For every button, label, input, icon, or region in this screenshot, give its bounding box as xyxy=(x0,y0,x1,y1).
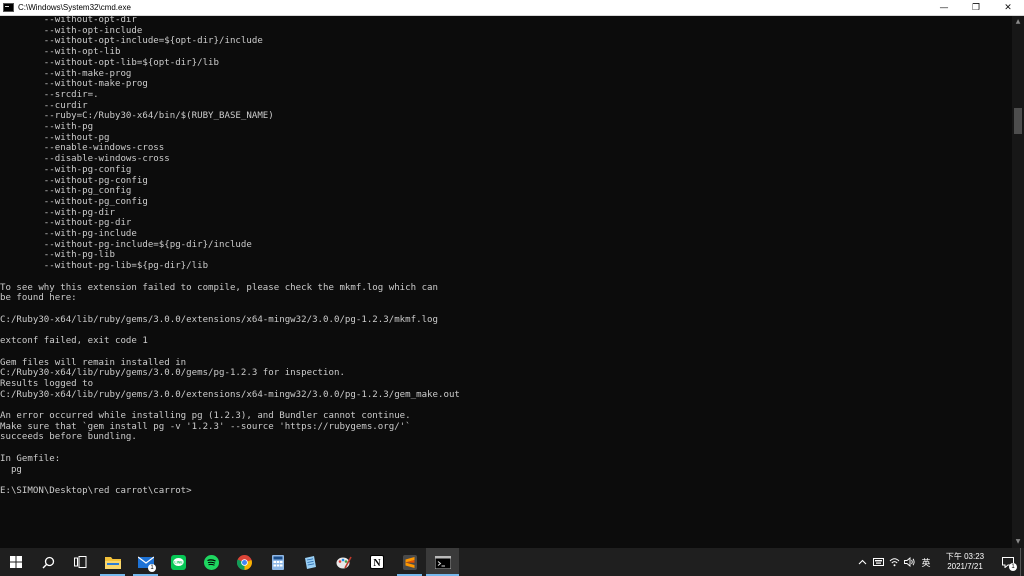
vertical-scrollbar[interactable]: ▲ ▼ xyxy=(1012,16,1024,548)
notification-count: 1 xyxy=(1009,563,1017,571)
cmd-icon xyxy=(434,555,451,569)
file-explorer-icon xyxy=(104,556,121,569)
taskbar: 1 LINE N 英 下午 03:23 2021/7/21 1 xyxy=(0,548,1024,576)
volume-button[interactable] xyxy=(902,548,918,576)
search-icon xyxy=(42,556,54,568)
cmd-app-icon xyxy=(3,3,14,12)
svg-text:LINE: LINE xyxy=(174,560,183,564)
network-button[interactable] xyxy=(886,548,902,576)
speaker-icon xyxy=(904,557,915,567)
notion-icon: N xyxy=(369,555,384,569)
taskbar-app-notion[interactable]: N xyxy=(360,548,393,576)
taskbar-app-sublime-text[interactable] xyxy=(393,548,426,576)
keyboard-icon xyxy=(872,558,884,566)
wifi-icon xyxy=(889,558,899,567)
console-area[interactable]: --without-opt-dir --with-opt-include --w… xyxy=(0,16,1012,548)
taskbar-app-cmd[interactable] xyxy=(426,548,459,576)
window-title-bar[interactable]: C:\Windows\System32\cmd.exe — ❐ ✕ xyxy=(0,0,1024,16)
minimize-button[interactable]: — xyxy=(928,0,960,16)
clock-date: 2021/7/21 xyxy=(947,562,983,571)
restore-button[interactable]: ❐ xyxy=(960,0,992,16)
task-view-icon xyxy=(73,556,86,568)
show-desktop-button[interactable] xyxy=(1020,548,1024,576)
console-output: --without-opt-dir --with-opt-include --w… xyxy=(0,16,460,496)
clock-time: 下午 03:23 xyxy=(945,552,985,561)
taskbar-app-mail[interactable]: 1 xyxy=(129,548,162,576)
system-tray: 英 下午 03:23 2021/7/21 1 xyxy=(854,548,1024,576)
search-button[interactable] xyxy=(32,548,64,576)
chrome-icon xyxy=(237,554,252,570)
taskbar-app-line[interactable]: LINE xyxy=(162,548,195,576)
taskbar-app-notepad[interactable] xyxy=(294,548,327,576)
tray-app-button[interactable] xyxy=(870,548,886,576)
action-center-button[interactable]: 1 xyxy=(996,548,1020,576)
scrollbar-thumb[interactable] xyxy=(1014,108,1022,134)
calculator-icon xyxy=(271,554,284,570)
taskbar-app-spotify[interactable] xyxy=(195,548,228,576)
start-button[interactable] xyxy=(0,548,32,576)
taskbar-app-chrome[interactable] xyxy=(228,548,261,576)
spotify-icon xyxy=(204,554,219,570)
taskbar-app-file-explorer[interactable] xyxy=(96,548,129,576)
sublime-text-icon xyxy=(402,554,417,570)
close-button[interactable]: ✕ xyxy=(992,0,1024,16)
chevron-up-icon xyxy=(858,559,866,565)
taskbar-app-calculator[interactable] xyxy=(261,548,294,576)
taskbar-app-paint[interactable] xyxy=(327,548,360,576)
window-controls: — ❐ ✕ xyxy=(928,0,1024,16)
line-icon: LINE xyxy=(171,554,186,570)
scroll-up-icon[interactable]: ▲ xyxy=(1012,16,1024,28)
window-title: C:\Windows\System32\cmd.exe xyxy=(18,2,131,12)
scroll-down-icon[interactable]: ▼ xyxy=(1012,536,1024,548)
ime-indicator[interactable]: 英 xyxy=(918,548,934,576)
task-view-button[interactable] xyxy=(64,548,96,576)
mail-badge: 1 xyxy=(148,564,156,572)
paint-icon xyxy=(336,556,352,568)
svg-text:N: N xyxy=(373,558,381,569)
windows-logo-icon xyxy=(10,556,22,568)
show-hidden-icons-button[interactable] xyxy=(854,548,870,576)
clock[interactable]: 下午 03:23 2021/7/21 xyxy=(934,548,996,576)
notepad-icon xyxy=(305,555,316,569)
